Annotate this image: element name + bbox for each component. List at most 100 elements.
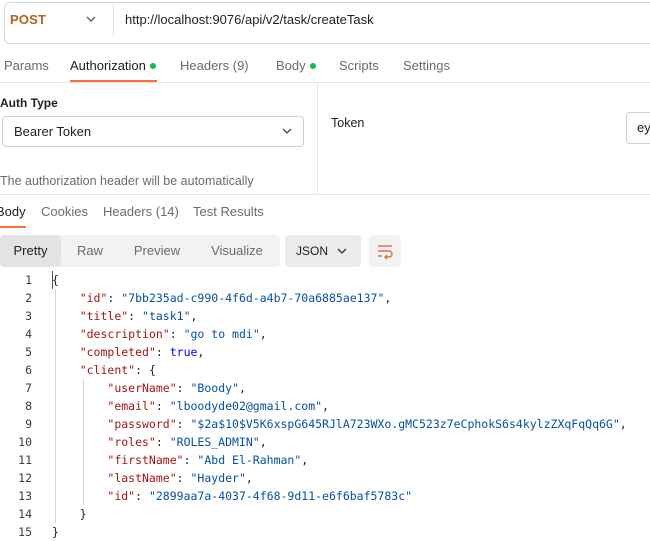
- line-number: 12: [18, 471, 32, 485]
- code-token: : {: [135, 363, 156, 377]
- code-token: :: [183, 453, 198, 467]
- code-text: "email": "lboodyde02@gmail.com",: [52, 397, 329, 415]
- code-token: ,: [245, 471, 253, 485]
- code-token: "ROLES_ADMIN": [169, 435, 260, 449]
- line-number: 3: [25, 309, 32, 323]
- code-token: "client": [79, 363, 136, 377]
- line-number: 14: [18, 507, 32, 521]
- code-text: "roles": "ROLES_ADMIN",: [52, 433, 267, 451]
- code-line: 9 "password": "$2a$10$V5K6xspG645RJlA723…: [0, 415, 650, 433]
- tab-authorization[interactable]: Authorization: [70, 58, 156, 73]
- code-line: 15}: [0, 523, 650, 541]
- code-token: "task1": [142, 309, 191, 323]
- code-line: 13 "id": "2899aa7a-4037-4f68-9d11-e6f6ba…: [0, 487, 650, 505]
- tab-body[interactable]: Body: [276, 58, 316, 73]
- view-raw-button[interactable]: Raw: [62, 235, 118, 267]
- url-input[interactable]: http://localhost:9076/api/v2/task/create…: [125, 12, 374, 27]
- code-text: "description": "go to mdi",: [52, 325, 267, 343]
- code-line: 7 "userName": "Boody",: [0, 379, 650, 397]
- line-number: 4: [25, 327, 32, 341]
- code-token: :: [176, 417, 191, 431]
- chevron-down-icon: [337, 248, 347, 254]
- vertical-divider: [317, 83, 318, 195]
- view-preview-button[interactable]: Preview: [120, 235, 194, 267]
- status-dot-icon: [149, 62, 156, 69]
- view-visualize-button[interactable]: Visualize: [196, 235, 278, 267]
- line-number: 2: [25, 291, 32, 305]
- code-token: :: [135, 489, 149, 503]
- line-number: 8: [25, 399, 32, 413]
- code-token: ,: [197, 345, 205, 359]
- chevron-down-icon: [282, 128, 292, 134]
- code-text: }: [52, 505, 87, 523]
- code-line: 12 "lastName": "Hayder",: [0, 469, 650, 487]
- tab-body-label: Body: [276, 58, 306, 73]
- line-number: 10: [18, 435, 32, 449]
- line-number: 6: [25, 363, 32, 377]
- format-value: JSON: [296, 244, 329, 258]
- code-token: "firstName": [107, 453, 184, 467]
- auth-type-label: Auth Type: [0, 96, 58, 110]
- tab-test-results[interactable]: Test Results: [193, 204, 264, 219]
- url-divider: [113, 4, 114, 36]
- code-line: 14 }: [0, 505, 650, 523]
- code-token: :: [155, 399, 170, 413]
- code-token: ,: [259, 327, 267, 341]
- code-token: "completed": [79, 345, 156, 359]
- tab-params[interactable]: Params: [4, 58, 49, 73]
- status-dot-icon: [309, 62, 316, 69]
- code-text: "id": "2899aa7a-4037-4f68-9d11-e6f6baf57…: [52, 487, 412, 505]
- code-token: "description": [79, 327, 170, 341]
- code-token: "id": [79, 291, 108, 305]
- code-token: "roles": [107, 435, 156, 449]
- line-number: 1: [25, 273, 32, 287]
- code-token: ,: [619, 417, 627, 431]
- code-token: ,: [259, 435, 267, 449]
- token-value: ey: [637, 120, 650, 135]
- tab-headers[interactable]: Headers (9): [180, 58, 249, 73]
- line-number: 15: [18, 525, 32, 539]
- wrap-lines-icon: [378, 245, 393, 260]
- code-line: 5 "completed": true,: [0, 343, 650, 361]
- tab-cookies[interactable]: Cookies: [41, 204, 88, 219]
- code-token: "2899aa7a-4037-4f68-9d11-e6f6baf5783c": [148, 489, 413, 503]
- line-number: 5: [25, 345, 32, 359]
- line-number: 7: [25, 381, 32, 395]
- code-token: "password": [107, 417, 177, 431]
- indent-guide: [83, 379, 84, 505]
- code-token: true: [169, 345, 198, 359]
- view-pretty-button[interactable]: Pretty: [0, 235, 61, 267]
- tab-settings[interactable]: Settings: [403, 58, 450, 73]
- code-token: :: [176, 471, 191, 485]
- code-line: 8 "email": "lboodyde02@gmail.com",: [0, 397, 650, 415]
- code-text: "userName": "Boody",: [52, 379, 246, 397]
- chevron-down-icon[interactable]: [86, 14, 96, 24]
- token-label: Token: [331, 116, 365, 130]
- tab-scripts[interactable]: Scripts: [339, 58, 379, 73]
- code-text: "password": "$2a$10$V5K6xspG645RJlA723WX…: [52, 415, 627, 433]
- code-text: "client": {: [52, 361, 156, 379]
- code-token: "email": [107, 399, 156, 413]
- method-selector[interactable]: POST: [10, 12, 46, 27]
- code-token: :: [107, 291, 122, 305]
- code-text: "title": "task1",: [52, 307, 198, 325]
- tab-response-body[interactable]: Body: [0, 204, 26, 219]
- indent-guide: [55, 289, 56, 523]
- code-token: "Hayder": [190, 471, 246, 485]
- code-text: "firstName": "Abd El-Rahman",: [52, 451, 308, 469]
- tab-response-headers[interactable]: Headers (14): [103, 204, 179, 219]
- code-token: }: [52, 507, 87, 521]
- code-token: "lboodyde02@gmail.com": [169, 399, 323, 413]
- code-line: 3 "title": "task1",: [0, 307, 650, 325]
- auth-description: The authorization header will be automat…: [0, 174, 254, 188]
- code-line: 4 "description": "go to mdi",: [0, 325, 650, 343]
- code-text: "id": "7bb235ad-c990-4f6d-a4b7-70a6885ae…: [52, 289, 392, 307]
- code-line: 6 "client": {: [0, 361, 650, 379]
